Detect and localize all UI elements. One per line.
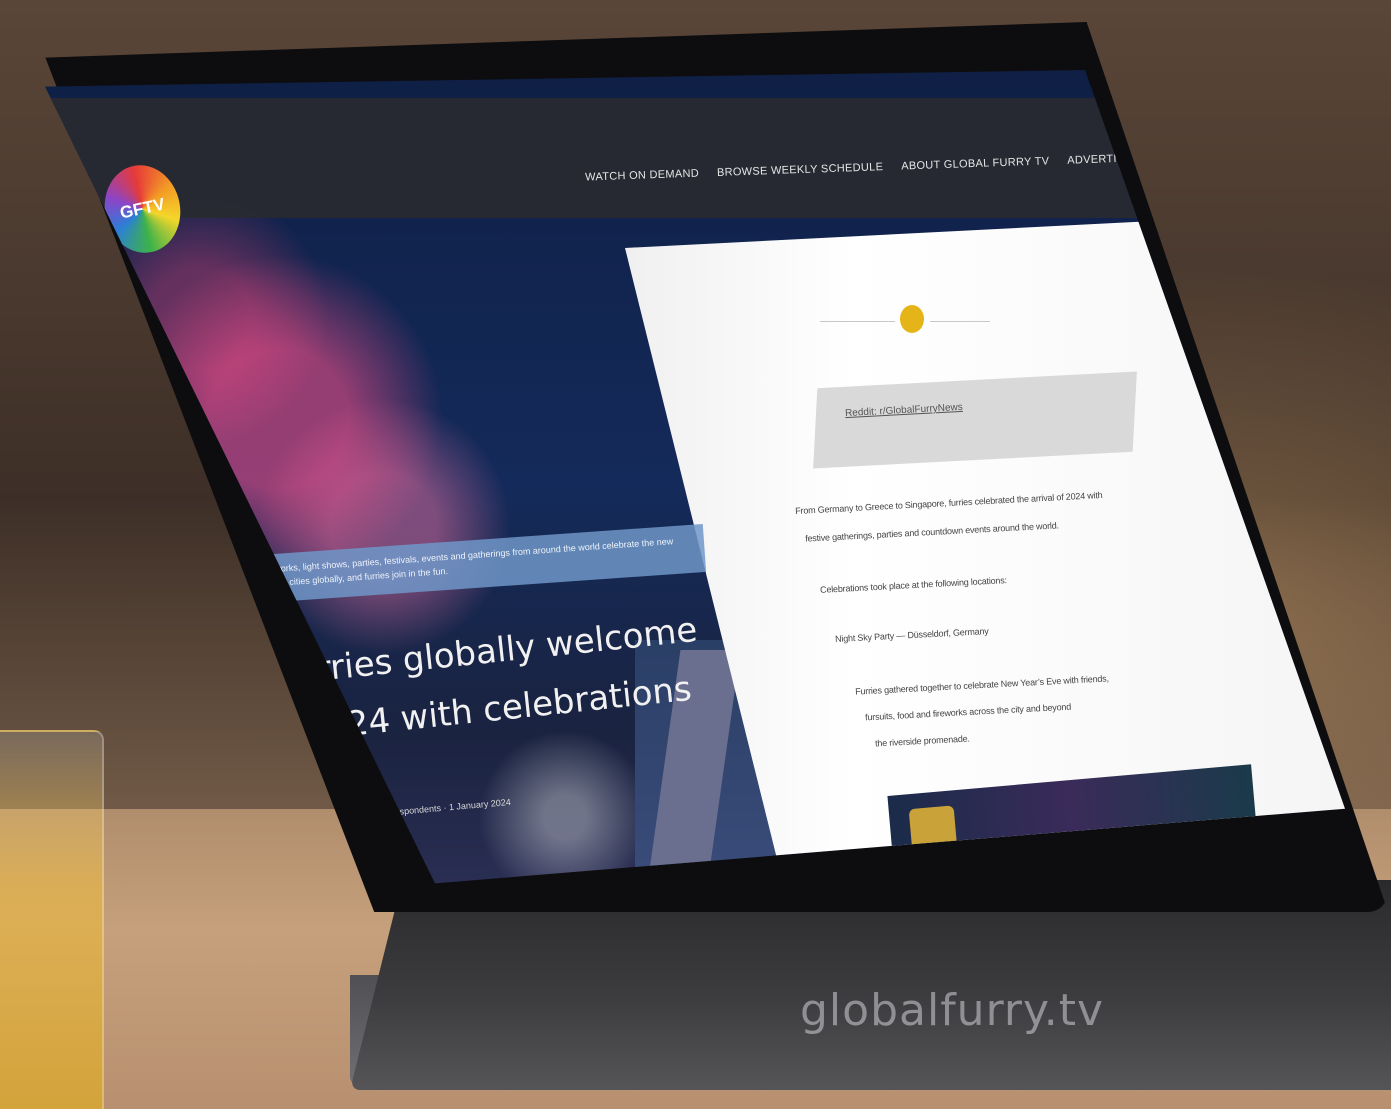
juice-glass bbox=[0, 730, 104, 1109]
gold-dot-icon bbox=[900, 305, 924, 333]
share-box bbox=[813, 371, 1137, 469]
divider-right bbox=[930, 321, 990, 322]
site-header bbox=[45, 98, 1345, 218]
watermark: globalfurry.tv bbox=[800, 985, 1105, 1036]
background-scene: globalfurry.tv GFTV WATCH ON DEMAND BROW… bbox=[0, 0, 1391, 1109]
laptop-screen: GFTV WATCH ON DEMAND BROWSE WEEKLY SCHED… bbox=[45, 70, 1345, 884]
divider-left bbox=[820, 321, 895, 322]
